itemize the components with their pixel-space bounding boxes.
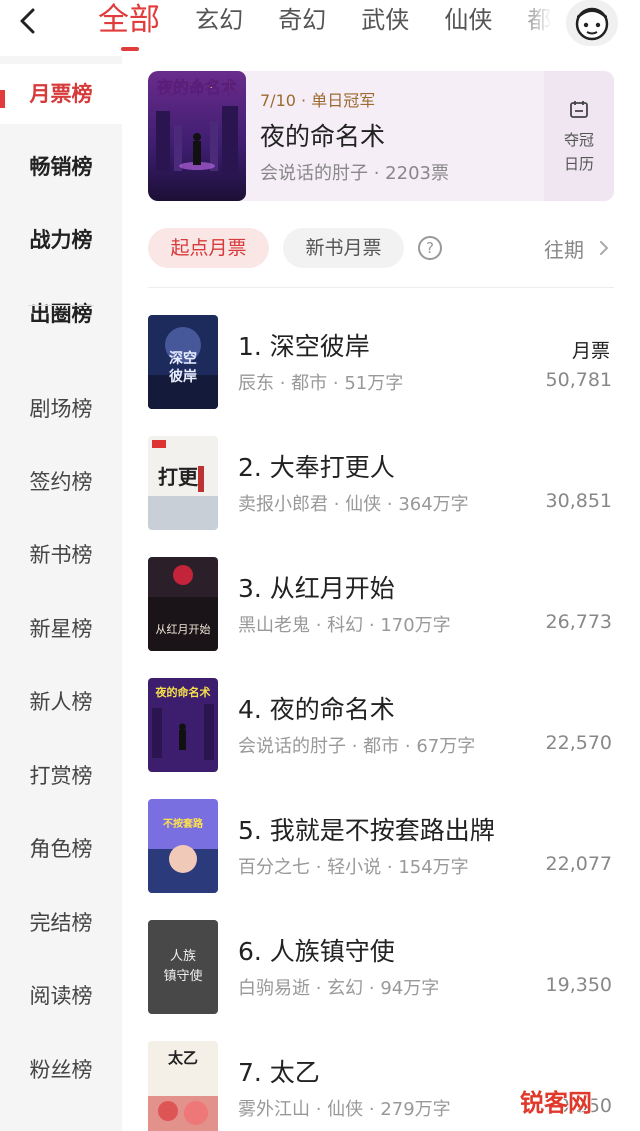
- tab-wuxia[interactable]: 武侠: [361, 0, 409, 40]
- svg-text:镇守使: 镇守使: [163, 968, 202, 984]
- book-meta: 白驹易逝 · 玄幻 · 94万字: [238, 978, 440, 999]
- calendar-label-line2: 日历: [563, 155, 594, 173]
- sidebar-item-fensi[interactable]: 粉丝榜: [0, 1040, 122, 1100]
- svg-text:深空: 深空: [169, 350, 197, 367]
- book-title[interactable]: 7. 太乙: [238, 1053, 320, 1089]
- book-title[interactable]: 3. 从红月开始: [238, 569, 395, 605]
- sidebar-item-changxiao[interactable]: 畅销榜: [0, 137, 122, 197]
- chevron-right-icon: [600, 241, 609, 255]
- past-periods-link[interactable]: 往期: [544, 234, 584, 263]
- tab-qihuan[interactable]: 奇幻: [278, 0, 326, 40]
- svg-text:太乙: 太乙: [168, 1049, 198, 1067]
- rank-row[interactable]: 夜的命名术 4. 夜的命名术会说话的肘子 · 都市 · 67万字 22,570: [148, 678, 614, 772]
- champion-subtitle: 会说话的肘子 · 2203票: [260, 163, 449, 184]
- filter-qidian-monthly[interactable]: 起点月票: [148, 228, 269, 268]
- rank-row[interactable]: 打更 2. 大奉打更人卖报小郎君 · 仙侠 · 364万字 30,851: [148, 436, 614, 530]
- calendar-icon: [570, 101, 588, 118]
- sidebar-item-dashang[interactable]: 打赏榜: [0, 746, 122, 806]
- book-meta: 百分之七 · 轻小说 · 154万字: [238, 857, 469, 878]
- champion-title[interactable]: 夜的命名术: [260, 117, 385, 153]
- svg-text:夜的命名术: 夜的命名术: [155, 685, 211, 699]
- tab-all[interactable]: 全部: [98, 0, 160, 51]
- rank-row[interactable]: 从红月开始 3. 从红月开始黑山老鬼 · 科幻 · 170万字 26,773: [148, 557, 614, 651]
- watermark: 锐客网: [520, 1089, 592, 1117]
- book-votes: 19,350: [545, 974, 612, 996]
- top-bar: 全部 玄幻 奇幻 武侠 仙侠 都: [0, 0, 640, 52]
- sidebar-item-chuquan[interactable]: 出圈榜: [0, 284, 122, 344]
- book-cover[interactable]: 不按套路: [148, 799, 218, 893]
- book-votes: 22,077: [545, 853, 612, 875]
- book-cover[interactable]: 太乙: [148, 1041, 218, 1131]
- svg-text:人族: 人族: [170, 948, 196, 964]
- tabs-fade: [510, 0, 570, 44]
- sidebar-divider: [28, 305, 94, 306]
- book-votes: 26,773: [545, 611, 612, 633]
- sidebar-item-xinren[interactable]: 新人榜: [0, 672, 122, 732]
- champion-calendar-button[interactable]: 夺冠 日历: [544, 71, 614, 201]
- champion-card[interactable]: 夜的命名术 7/10 · 单日冠军 夜的命名术 会说话的肘子 · 2203票 夺…: [148, 71, 614, 201]
- book-title[interactable]: 1. 深空彼岸: [238, 327, 370, 363]
- svg-text:彼岸: 彼岸: [169, 368, 197, 385]
- champion-badge: 7/10 · 单日冠军: [260, 91, 376, 110]
- book-cover[interactable]: 打更: [148, 436, 218, 530]
- book-cover[interactable]: 人族 镇守使: [148, 920, 218, 1014]
- calendar-label-line1: 夺冠: [563, 131, 594, 149]
- rank-row[interactable]: 不按套路 5. 我就是不按套路出牌百分之七 · 轻小说 · 154万字 22,077: [148, 799, 614, 893]
- filter-divider: [148, 287, 614, 288]
- sidebar-item-xinxing[interactable]: 新星榜: [0, 599, 122, 659]
- svg-text:从红月开始: 从红月开始: [156, 622, 211, 636]
- svg-text:打更: 打更: [158, 465, 199, 489]
- book-meta: 黑山老鬼 · 科幻 · 170万字: [238, 615, 451, 636]
- tab-xianxia[interactable]: 仙侠: [444, 0, 492, 40]
- sidebar-item-xinshu[interactable]: 新书榜: [0, 525, 122, 585]
- filter-newbook-monthly[interactable]: 新书月票: [283, 228, 404, 268]
- book-meta: 会说话的肘子 · 都市 · 67万字: [238, 736, 476, 757]
- book-meta: 雾外江山 · 仙侠 · 279万字: [238, 1099, 451, 1120]
- book-title[interactable]: 2. 大奉打更人: [238, 448, 395, 484]
- avatar-icon[interactable]: [566, 0, 618, 46]
- sidebar-item-juese[interactable]: 角色榜: [0, 819, 122, 879]
- sidebar-item-wanjie[interactable]: 完结榜: [0, 893, 122, 953]
- book-cover[interactable]: 夜的命名术: [148, 678, 218, 772]
- sidebar-item-juchang[interactable]: 剧场榜: [0, 379, 122, 439]
- rank-row[interactable]: 人族镇守使 6. 人族镇守使白驹易逝 · 玄幻 · 94万字 19,350: [148, 920, 614, 1014]
- book-votes: 30,851: [545, 490, 612, 512]
- svg-text:夜的命名术: 夜的命名术: [156, 78, 237, 97]
- sidebar-item-yuedu[interactable]: 阅读榜: [0, 966, 122, 1026]
- book-votes: 22,570: [545, 732, 612, 754]
- book-meta: 卖报小郎君 · 仙侠 · 364万字: [238, 494, 469, 515]
- book-cover[interactable]: 深空 彼岸: [148, 315, 218, 409]
- help-icon[interactable]: ?: [418, 236, 442, 260]
- sidebar-item-yuepiao[interactable]: 月票榜: [0, 64, 122, 124]
- svg-text:不按套路: 不按套路: [163, 817, 204, 830]
- book-title[interactable]: 5. 我就是不按套路出牌: [238, 811, 495, 847]
- book-title[interactable]: 4. 夜的命名术: [238, 690, 395, 726]
- book-title[interactable]: 6. 人族镇守使: [238, 932, 395, 968]
- sidebar-item-zhanli[interactable]: 战力榜: [0, 210, 122, 270]
- category-tabs: 全部 玄幻 奇幻 武侠 仙侠 都: [98, 0, 558, 52]
- book-votes: 50,781: [545, 369, 612, 391]
- book-cover[interactable]: 从红月开始: [148, 557, 218, 651]
- back-icon[interactable]: [14, 6, 44, 36]
- champion-book-cover[interactable]: 夜的命名术: [148, 71, 246, 201]
- rank-row[interactable]: 深空 彼岸 1. 深空彼岸辰东 · 都市 · 51万字 50,781: [148, 315, 614, 409]
- sidebar-item-qianyue[interactable]: 签约榜: [0, 452, 122, 512]
- tab-xuanhuan[interactable]: 玄幻: [195, 0, 243, 40]
- book-meta: 辰东 · 都市 · 51万字: [238, 373, 404, 394]
